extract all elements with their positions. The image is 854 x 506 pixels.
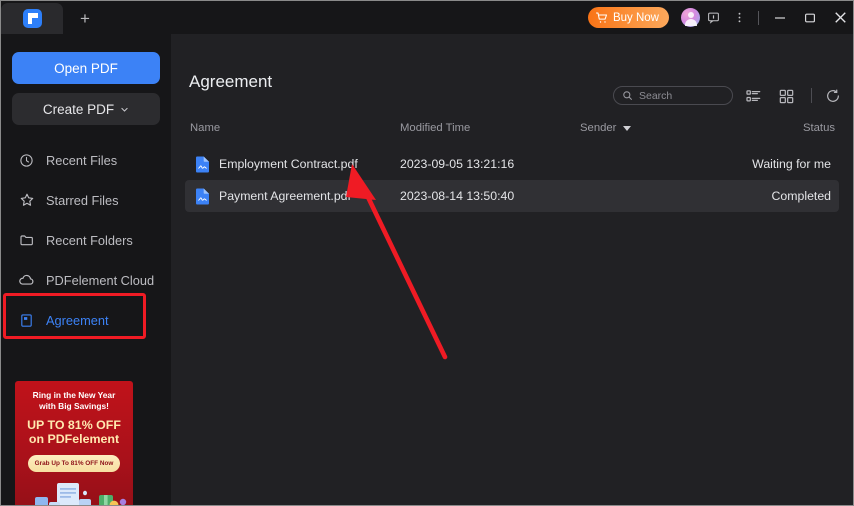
close-icon — [834, 12, 846, 23]
pdfelement-window: + Buy Now Open PDF Create PDF Recent Fil… — [0, 0, 854, 506]
file-modified-time: 2023-09-05 13:21:16 — [400, 157, 515, 171]
pdfelement-logo-icon — [22, 9, 42, 28]
column-header-sender-label: Sender — [580, 122, 617, 134]
file-name: Employment Contract.pdf — [219, 157, 358, 171]
sidebar-item-label: Recent Files — [46, 152, 118, 168]
table-row[interactable]: Payment Agreement.pdf 2023-08-14 13:50:4… — [185, 180, 839, 212]
sidebar-item-recent-folders[interactable]: Recent Folders — [1, 220, 171, 260]
list-view-icon — [745, 89, 760, 101]
sidebar-item-agreement[interactable]: Agreement — [1, 300, 171, 340]
promo-line2: with Big Savings! — [39, 401, 109, 411]
maximize-icon — [805, 13, 816, 22]
grid-view-button[interactable] — [776, 86, 796, 106]
star-icon — [18, 192, 35, 209]
file-modified-time: 2023-08-14 13:50:40 — [400, 189, 515, 203]
column-header-modified[interactable]: Modified Time — [400, 122, 470, 134]
search-input[interactable]: Search — [639, 90, 672, 102]
clock-icon — [18, 152, 35, 169]
minimize-icon — [775, 16, 785, 19]
promo-offer: UP TO 81% OFF on PDFelement — [15, 418, 133, 446]
new-tab-button[interactable]: + — [63, 3, 107, 34]
sidebar-nav: Recent Files Starred Files Recent Folder… — [1, 140, 171, 340]
tab-strip: + — [1, 1, 107, 34]
main-content: Agreement Search Name Modified Time Send… — [171, 34, 853, 505]
chevron-down-icon — [121, 107, 128, 112]
promo-line4: on PDFelement — [28, 432, 120, 446]
page-title: Agreement — [189, 72, 273, 91]
search-box[interactable]: Search — [613, 86, 733, 105]
table-header: Name Modified Time Sender Status — [185, 122, 839, 142]
file-name: Payment Agreement.pdf — [219, 189, 351, 203]
titlebar-divider — [758, 10, 759, 25]
sidebar-item-label: PDFelement Cloud — [46, 272, 155, 288]
table-row[interactable]: Employment Contract.pdf 2023-09-05 13:21… — [185, 148, 839, 180]
sidebar-item-pdfelement-cloud[interactable]: PDFelement Cloud — [1, 260, 171, 300]
title-bar-right: Buy Now — [587, 1, 853, 34]
sidebar-item-starred-files[interactable]: Starred Files — [1, 180, 171, 220]
pdf-file-icon — [196, 156, 209, 172]
feedback-icon — [707, 12, 719, 24]
column-header-name[interactable]: Name — [190, 122, 220, 134]
buy-now-button[interactable]: Buy Now — [587, 7, 669, 28]
refresh-button[interactable] — [823, 86, 843, 106]
list-view-button[interactable] — [743, 86, 763, 106]
sidebar-item-label: Recent Folders — [46, 232, 133, 248]
feedback-button[interactable] — [700, 1, 726, 34]
title-bar: + Buy Now — [1, 1, 853, 34]
file-name-cell: Payment Agreement.pdf — [195, 188, 351, 205]
column-header-status[interactable]: Status — [803, 122, 835, 134]
promo-headline: Ring in the New Year with Big Savings! — [15, 390, 133, 412]
more-vertical-icon — [738, 12, 740, 23]
sidebar-item-recent-files[interactable]: Recent Files — [1, 140, 171, 180]
sort-descending-icon — [623, 125, 632, 131]
file-list: Employment Contract.pdf 2023-09-05 13:21… — [185, 148, 839, 212]
file-status: Completed — [771, 189, 831, 203]
grid-view-icon — [779, 89, 793, 103]
promo-line3: UP TO 81% OFF — [27, 418, 121, 432]
promo-line1: Ring in the New Year — [32, 390, 116, 400]
close-button[interactable] — [825, 1, 853, 34]
file-status: Waiting for me — [752, 157, 831, 171]
refresh-icon — [827, 89, 839, 102]
search-icon — [623, 91, 632, 100]
user-avatar[interactable] — [681, 8, 700, 27]
create-pdf-label: Create PDF — [42, 101, 115, 117]
sidebar: Open PDF Create PDF Recent Files Starred… — [1, 34, 171, 505]
minimize-button[interactable] — [765, 1, 795, 34]
maximize-button[interactable] — [795, 1, 825, 34]
sidebar-item-label: Agreement — [46, 312, 109, 328]
buy-now-label: Buy Now — [612, 11, 659, 24]
sidebar-item-label: Starred Files — [46, 192, 119, 208]
file-name-cell: Employment Contract.pdf — [195, 156, 358, 173]
promo-banner[interactable]: Ring in the New Year with Big Savings! U… — [15, 381, 133, 505]
tab-home[interactable] — [1, 3, 63, 34]
folder-icon — [18, 232, 35, 249]
document-icon — [18, 312, 35, 329]
more-options-button[interactable] — [726, 1, 752, 34]
column-header-sender[interactable]: Sender — [580, 122, 632, 134]
toolbar-divider — [811, 88, 812, 103]
cart-icon — [595, 11, 607, 23]
open-pdf-button[interactable]: Open PDF — [12, 52, 160, 84]
cloud-icon — [18, 272, 35, 289]
pdf-file-icon — [196, 188, 209, 204]
promo-illustration — [35, 483, 127, 505]
create-pdf-button[interactable]: Create PDF — [12, 93, 160, 125]
